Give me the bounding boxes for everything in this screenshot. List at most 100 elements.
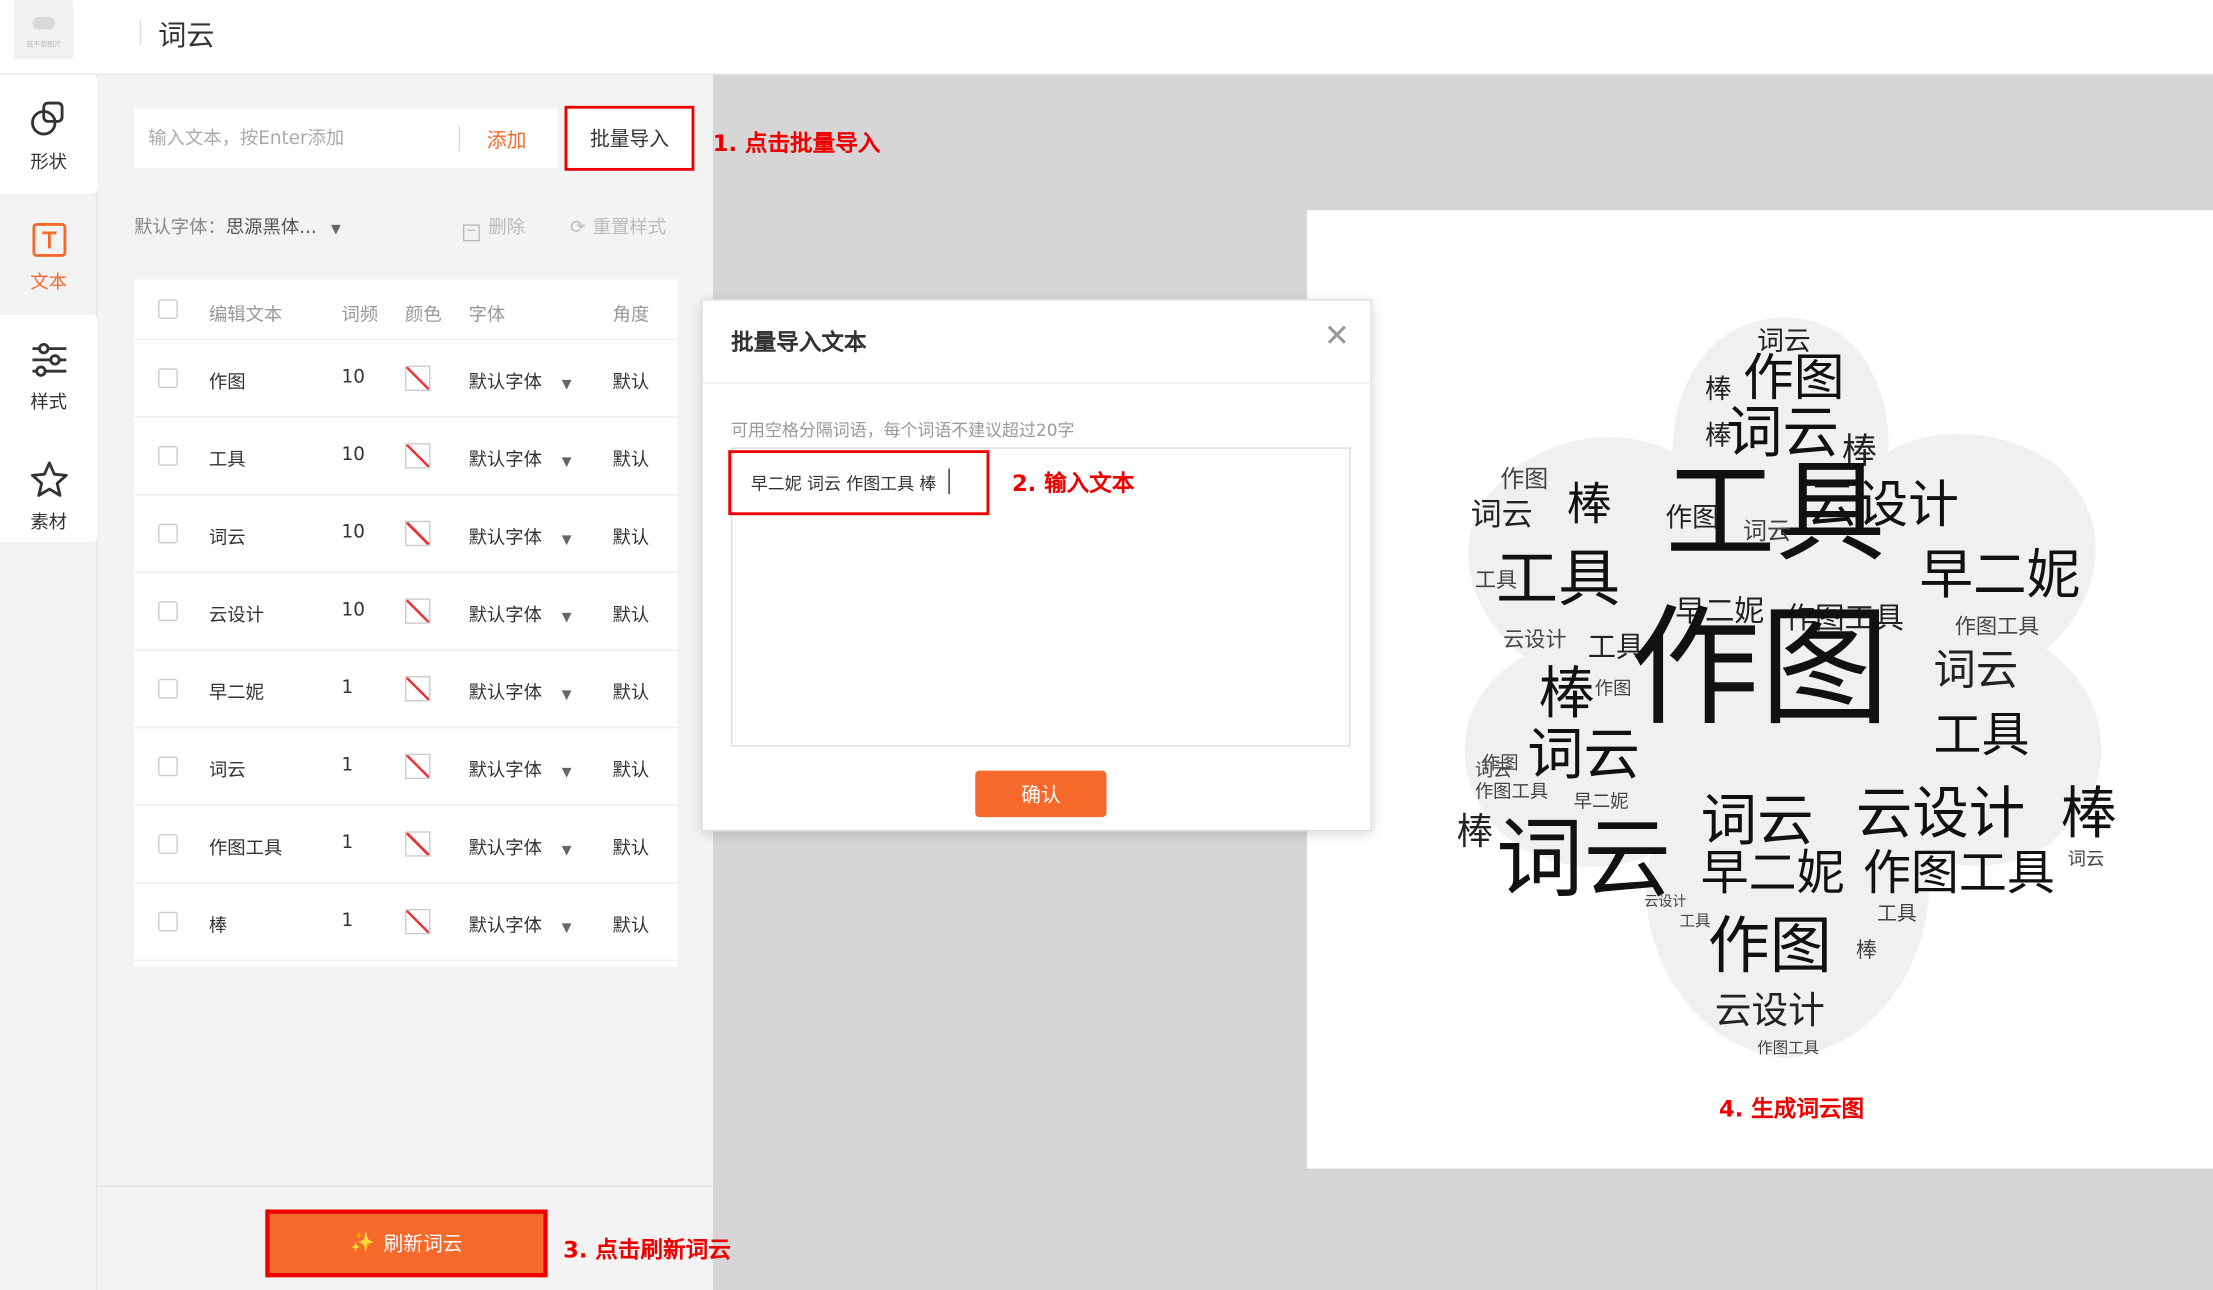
- header-text: 编辑文本: [208, 304, 283, 327]
- row-checkbox[interactable]: [158, 678, 178, 699]
- wordcloud-word: 工具: [1877, 902, 1917, 925]
- row-angle[interactable]: 默认: [613, 755, 650, 782]
- logo-cloud-icon: [32, 16, 56, 30]
- row-font-select[interactable]: 默认字体 ▼: [469, 677, 572, 704]
- color-swatch[interactable]: [405, 831, 431, 857]
- table-row[interactable]: 作图 10 默认字体 ▼ 默认: [134, 340, 678, 418]
- nav-item-style[interactable]: 样式: [0, 339, 97, 414]
- row-angle[interactable]: 默认: [613, 833, 650, 859]
- default-font-select[interactable]: 默认字体：思源黑体... ▼: [134, 212, 341, 238]
- row-angle[interactable]: 默认: [613, 522, 650, 549]
- wordcloud-word: 作图: [1665, 502, 1719, 533]
- add-button[interactable]: 添加: [487, 126, 527, 154]
- row-font-select[interactable]: 默认字体 ▼: [469, 833, 572, 859]
- table-row[interactable]: 工具 10 默认字体 ▼ 默认: [134, 418, 678, 496]
- nav-item-material[interactable]: 素材: [0, 459, 97, 533]
- color-swatch[interactable]: [405, 908, 431, 935]
- select-all-checkbox[interactable]: [158, 299, 178, 319]
- row-freq[interactable]: 10: [342, 367, 365, 388]
- wordcloud-word: 词云: [1743, 517, 1791, 545]
- row-font: 默认字体: [468, 683, 542, 705]
- color-swatch[interactable]: [405, 753, 431, 780]
- row-freq[interactable]: 10: [342, 522, 365, 543]
- row-checkbox[interactable]: [158, 368, 178, 389]
- table-row[interactable]: 棒 1 默认字体 ▼ 默认: [134, 884, 678, 962]
- row-font-select[interactable]: 默认字体 ▼: [469, 910, 572, 937]
- row-checkbox[interactable]: [158, 601, 178, 621]
- row-text[interactable]: 作图工具: [209, 833, 282, 859]
- word-input-box: 添加: [134, 108, 558, 168]
- logo-text: 我不帮图片: [26, 40, 62, 50]
- row-text[interactable]: 早二妮: [209, 677, 264, 704]
- chevron-down-icon: ▼: [561, 533, 572, 548]
- wordcloud-word: 作图工具: [1475, 781, 1548, 802]
- color-swatch[interactable]: [405, 676, 431, 702]
- divider: [458, 125, 461, 152]
- row-checkbox[interactable]: [158, 445, 178, 466]
- row-text[interactable]: 工具: [209, 445, 246, 471]
- word-input[interactable]: [148, 108, 431, 168]
- table-row[interactable]: 作图工具 1 默认字体 ▼ 默认: [134, 806, 678, 884]
- reset-style-button[interactable]: ⟳ 重置样式: [570, 212, 666, 238]
- refresh-wordcloud-button[interactable]: ✨ 刷新词云: [265, 1209, 548, 1278]
- row-text[interactable]: 词云: [209, 755, 246, 782]
- row-freq[interactable]: 1: [342, 833, 354, 854]
- wordcloud-word: 早二妮: [1701, 845, 1845, 901]
- confirm-button[interactable]: 确认: [975, 770, 1107, 818]
- table-header: 编辑文本 词频 颜色 字体 角度: [134, 279, 678, 341]
- batch-import-dialog: 批量导入文本 ✕ 可用空格分隔词语，每个词语不建议超过20字 早二妮 词云 作图…: [701, 299, 1374, 832]
- delete-label: 删除: [488, 217, 526, 239]
- row-text[interactable]: 词云: [209, 522, 246, 549]
- row-text[interactable]: 棒: [209, 910, 227, 937]
- wordcloud-word: 云设计: [1856, 782, 2025, 847]
- batch-import-button[interactable]: 批量导入: [564, 105, 695, 171]
- close-icon[interactable]: ✕: [1324, 321, 1350, 353]
- color-swatch[interactable]: [405, 520, 431, 547]
- wordcloud-word: 作图: [1743, 348, 1845, 407]
- row-angle[interactable]: 默认: [613, 367, 650, 394]
- table-row[interactable]: 词云 10 默认字体 ▼ 默认: [134, 495, 678, 574]
- wordcloud-word: 词云: [1471, 497, 1533, 533]
- row-angle[interactable]: 默认: [613, 677, 650, 704]
- row-freq[interactable]: 10: [342, 600, 365, 621]
- row-checkbox[interactable]: [158, 523, 178, 544]
- chevron-down-icon: ▼: [561, 455, 572, 470]
- nav-label: 样式: [30, 392, 68, 414]
- table-row[interactable]: 早二妮 1 默认字体 ▼ 默认: [134, 651, 678, 729]
- row-checkbox[interactable]: [158, 911, 178, 932]
- header-color: 颜色: [405, 304, 442, 327]
- color-swatch[interactable]: [405, 365, 431, 391]
- table-row[interactable]: 云设计 10 默认字体 ▼ 默认: [134, 573, 678, 651]
- row-angle[interactable]: 默认: [613, 910, 650, 937]
- row-font-select[interactable]: 默认字体 ▼: [469, 445, 572, 471]
- row-font: 默认字体: [468, 527, 542, 550]
- row-checkbox[interactable]: [158, 834, 178, 854]
- row-text[interactable]: 作图: [209, 367, 246, 394]
- wordcloud-word: 作图工具: [1863, 845, 2055, 901]
- row-freq[interactable]: 1: [342, 755, 354, 776]
- color-swatch[interactable]: [405, 598, 431, 624]
- row-font-select[interactable]: 默认字体 ▼: [469, 522, 572, 549]
- row-font-select[interactable]: 默认字体 ▼: [469, 367, 572, 394]
- row-font-select[interactable]: 默认字体 ▼: [469, 755, 572, 782]
- chevron-down-icon: ▼: [561, 843, 572, 859]
- color-swatch[interactable]: [405, 443, 431, 469]
- chevron-down-icon: ▼: [331, 222, 341, 238]
- row-angle[interactable]: 默认: [613, 445, 650, 471]
- chevron-down-icon: ▼: [561, 378, 572, 393]
- row-font-select[interactable]: 默认字体 ▼: [469, 600, 572, 626]
- nav-item-text[interactable]: 文本: [0, 219, 97, 294]
- table-row[interactable]: 词云 1 默认字体 ▼ 默认: [134, 728, 678, 806]
- row-freq[interactable]: 1: [342, 910, 354, 931]
- row-checkbox[interactable]: [158, 756, 178, 777]
- delete-button[interactable]: − 删除: [462, 212, 526, 242]
- wordcloud-words: 词云作图棒棒词云 棒作图词云棒工具云设计作图 词云工具 早二妮工具早二妮 作图工具 作图工…: [1457, 326, 2117, 1057]
- row-freq[interactable]: 1: [342, 677, 354, 698]
- row-text[interactable]: 云设计: [209, 600, 264, 626]
- annotation-step2: 2. 输入文本: [1011, 469, 1135, 497]
- chevron-down-icon: ▼: [561, 688, 572, 703]
- logo[interactable]: 我不帮图片: [14, 0, 74, 60]
- row-angle[interactable]: 默认: [613, 600, 650, 626]
- nav-item-shape[interactable]: 形状: [0, 99, 97, 174]
- row-freq[interactable]: 10: [342, 445, 365, 466]
